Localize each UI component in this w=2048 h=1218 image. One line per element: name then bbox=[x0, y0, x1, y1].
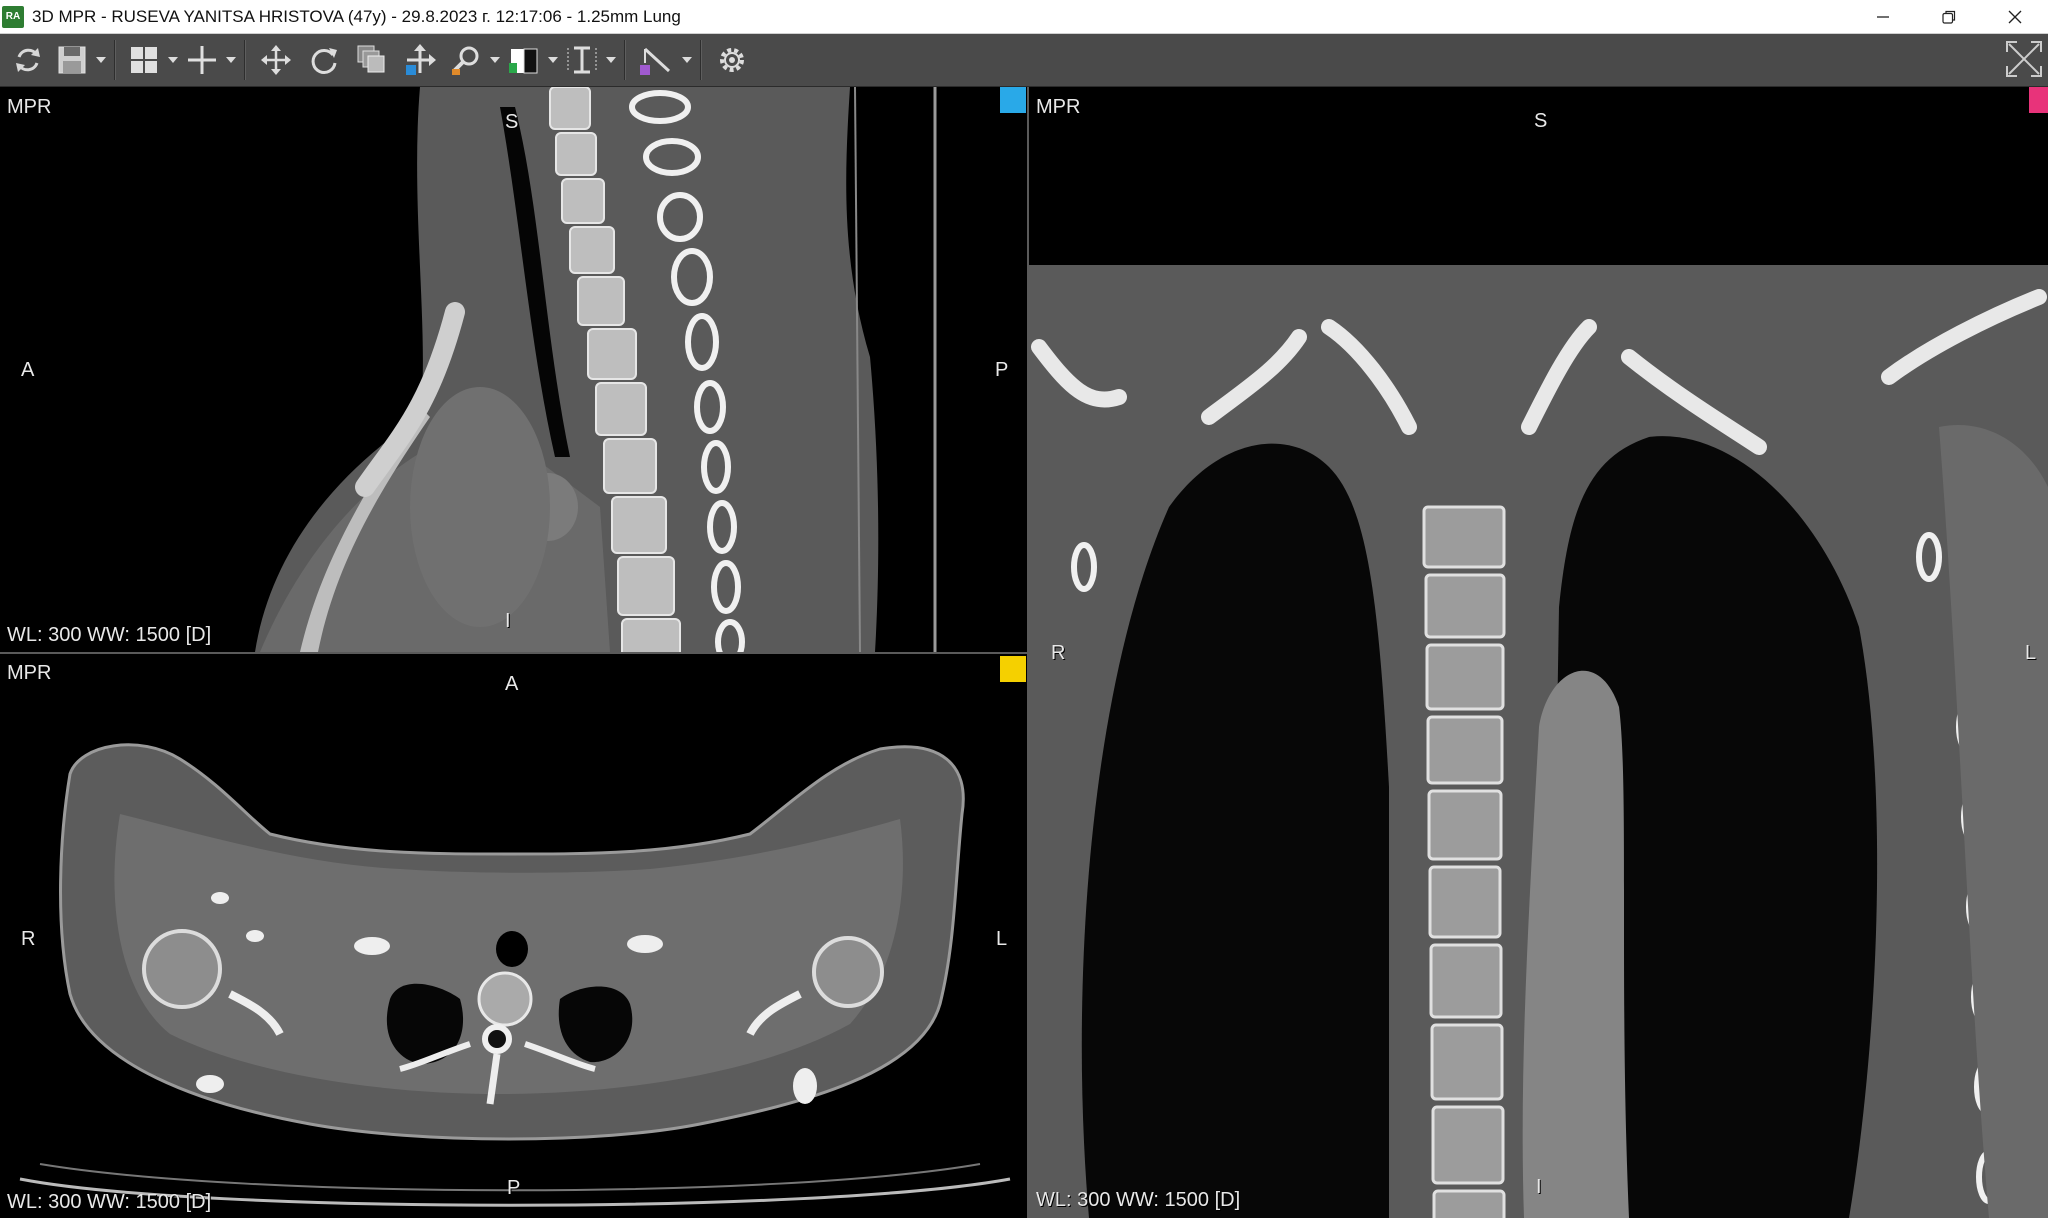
toolbar-separator bbox=[624, 40, 626, 80]
fullscreen-icon bbox=[2006, 41, 2042, 77]
orientation-top: S bbox=[1534, 110, 1548, 132]
zoom-button[interactable] bbox=[444, 38, 488, 82]
app-logo-icon: RA bbox=[2, 5, 24, 28]
layout-dropdown[interactable] bbox=[166, 38, 180, 82]
measure-button[interactable] bbox=[632, 38, 680, 82]
restore-icon bbox=[1942, 10, 1956, 24]
fullscreen-button[interactable] bbox=[2002, 37, 2046, 81]
chevron-down-icon bbox=[548, 57, 558, 63]
chevron-down-icon bbox=[168, 57, 178, 63]
orientation-left: A bbox=[21, 359, 35, 381]
zoom-dropdown[interactable] bbox=[488, 38, 502, 82]
orientation-bottom: I bbox=[1536, 1176, 1542, 1198]
viewport-color-marker bbox=[1000, 656, 1026, 682]
measure-icon bbox=[640, 47, 671, 75]
window-level-icon bbox=[509, 48, 538, 74]
restore-button[interactable] bbox=[1916, 0, 1982, 33]
orientation-right: L bbox=[2025, 642, 2037, 664]
measure-dropdown[interactable] bbox=[680, 38, 694, 82]
axial-ct-image[interactable] bbox=[0, 654, 1027, 1218]
move-icon bbox=[406, 44, 436, 75]
slab-thickness-icon bbox=[567, 46, 597, 74]
close-button[interactable] bbox=[1982, 0, 2048, 33]
save-icon bbox=[58, 46, 86, 74]
orientation-bottom: P bbox=[507, 1177, 521, 1199]
window-level-readout: WL: 300 WW: 1500 [D] bbox=[7, 1191, 212, 1213]
orientation-right: P bbox=[995, 359, 1009, 381]
coronal-ct-image[interactable] bbox=[1029, 87, 2048, 1218]
chevron-down-icon bbox=[682, 57, 692, 63]
save-dropdown[interactable] bbox=[94, 38, 108, 82]
crosshair-icon bbox=[188, 46, 216, 74]
crosshair-dropdown[interactable] bbox=[224, 38, 238, 82]
layout-grid-icon bbox=[131, 47, 157, 73]
orientation-top: S bbox=[505, 111, 519, 133]
orientation-left: R bbox=[21, 928, 36, 950]
minimize-button[interactable] bbox=[1850, 0, 1916, 33]
chevron-down-icon bbox=[490, 57, 500, 63]
rotate-icon bbox=[311, 48, 337, 74]
orientation-left: R bbox=[1051, 642, 1066, 664]
pan-button[interactable] bbox=[252, 38, 300, 82]
window-title: 3D MPR - RUSEVA YANITSA HRISTOVA (47y) -… bbox=[32, 6, 681, 26]
refresh-button[interactable] bbox=[6, 38, 50, 82]
window-level-readout: WL: 300 WW: 1500 [D] bbox=[1036, 1189, 1241, 1211]
stack-icon bbox=[357, 45, 385, 73]
minimize-icon bbox=[1877, 15, 1889, 18]
window-level-readout: WL: 300 WW: 1500 [D] bbox=[7, 624, 212, 646]
viewport-label: MPR bbox=[7, 662, 52, 684]
viewport-label: MPR bbox=[7, 96, 52, 118]
viewport-color-marker bbox=[1000, 87, 1026, 113]
stack-button[interactable] bbox=[348, 38, 396, 82]
chevron-down-icon bbox=[96, 57, 106, 63]
viewport-label: MPR bbox=[1036, 96, 1081, 118]
viewport-sagittal[interactable]: MPR S I A P WL: 300 WW: 1500 [D] bbox=[0, 87, 1029, 654]
orientation-top: A bbox=[505, 673, 519, 695]
layout-button[interactable] bbox=[122, 38, 166, 82]
toolbar-separator bbox=[114, 40, 116, 80]
move-button[interactable] bbox=[396, 38, 444, 82]
rotate-button[interactable] bbox=[300, 38, 348, 82]
orientation-bottom: I bbox=[505, 610, 511, 632]
chevron-down-icon bbox=[226, 57, 236, 63]
settings-icon bbox=[720, 48, 744, 72]
save-button[interactable] bbox=[50, 38, 94, 82]
window-level-button[interactable] bbox=[502, 38, 546, 82]
title-bar: RA 3D MPR - RUSEVA YANITSA HRISTOVA (47y… bbox=[0, 0, 2048, 34]
zoom-icon bbox=[452, 46, 479, 75]
settings-button[interactable] bbox=[708, 38, 756, 82]
refresh-icon bbox=[16, 48, 40, 72]
orientation-right: L bbox=[996, 928, 1008, 950]
chevron-down-icon bbox=[606, 57, 616, 63]
slab-thickness-dropdown[interactable] bbox=[604, 38, 618, 82]
viewport-coronal[interactable]: MPR S I R L WL: 300 WW: 1500 [D] bbox=[1029, 87, 2048, 1218]
crosshair-button[interactable] bbox=[180, 38, 224, 82]
close-icon bbox=[2008, 10, 2022, 23]
window-level-dropdown[interactable] bbox=[546, 38, 560, 82]
toolbar-separator bbox=[244, 40, 246, 80]
slab-thickness-button[interactable] bbox=[560, 38, 604, 82]
pan-icon bbox=[261, 45, 291, 75]
sagittal-ct-image[interactable] bbox=[0, 87, 1027, 652]
toolbar bbox=[0, 34, 2048, 87]
viewport-axial[interactable]: MPR A P R L WL: 300 WW: 1500 [D] bbox=[0, 654, 1029, 1218]
window-controls bbox=[1850, 0, 2048, 33]
viewport-color-marker bbox=[2029, 87, 2048, 113]
toolbar-separator bbox=[700, 40, 702, 80]
